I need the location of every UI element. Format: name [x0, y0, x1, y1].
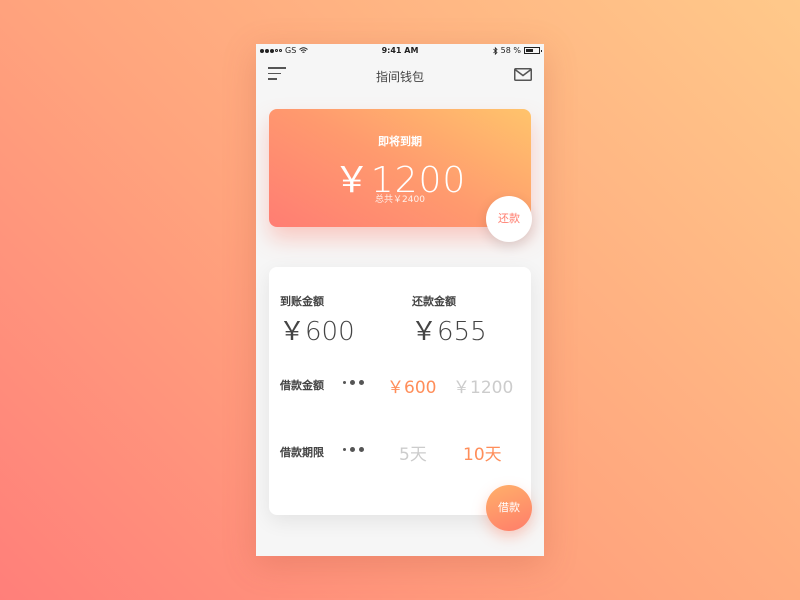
battery-percent: 58 %: [500, 46, 521, 55]
loan-term-label: 借款期限: [280, 446, 324, 459]
received-amount-label: 到账金额: [280, 295, 324, 308]
term-option-10-days[interactable]: 10天: [463, 440, 502, 465]
bluetooth-icon: [492, 46, 498, 55]
mail-icon[interactable]: [514, 68, 532, 81]
received-amount-value: ￥600: [279, 317, 355, 347]
more-dots-icon[interactable]: [343, 447, 364, 452]
repay-amount-value: ￥655: [411, 317, 487, 347]
amount-option-600[interactable]: ￥600: [387, 373, 436, 398]
repay-button[interactable]: 还款: [486, 196, 532, 242]
phone-screen: GS 9:41 AM 58 % 指间钱包 即将到期 ￥1200 总共￥2400 …: [256, 44, 544, 556]
battery-fill: [526, 49, 533, 52]
loan-card: 到账金额 ￥600 还款金额 ￥655 借款金额 ￥600 ￥1200 借款期限…: [269, 267, 531, 515]
loan-amount-label: 借款金额: [280, 379, 324, 392]
repay-amount-label: 还款金额: [412, 295, 456, 308]
more-dots-icon[interactable]: [343, 380, 364, 385]
due-label: 即将到期: [378, 135, 422, 148]
borrow-button[interactable]: 借款: [486, 485, 532, 531]
status-bar: GS 9:41 AM 58 %: [256, 44, 544, 58]
status-right: 58 %: [492, 46, 542, 55]
page-title: 指间钱包: [375, 70, 424, 84]
term-option-5-days[interactable]: 5天: [399, 440, 427, 465]
battery-icon: [524, 47, 542, 54]
nav-bar: 指间钱包: [256, 62, 544, 88]
amount-option-1200[interactable]: ￥1200: [453, 373, 513, 398]
